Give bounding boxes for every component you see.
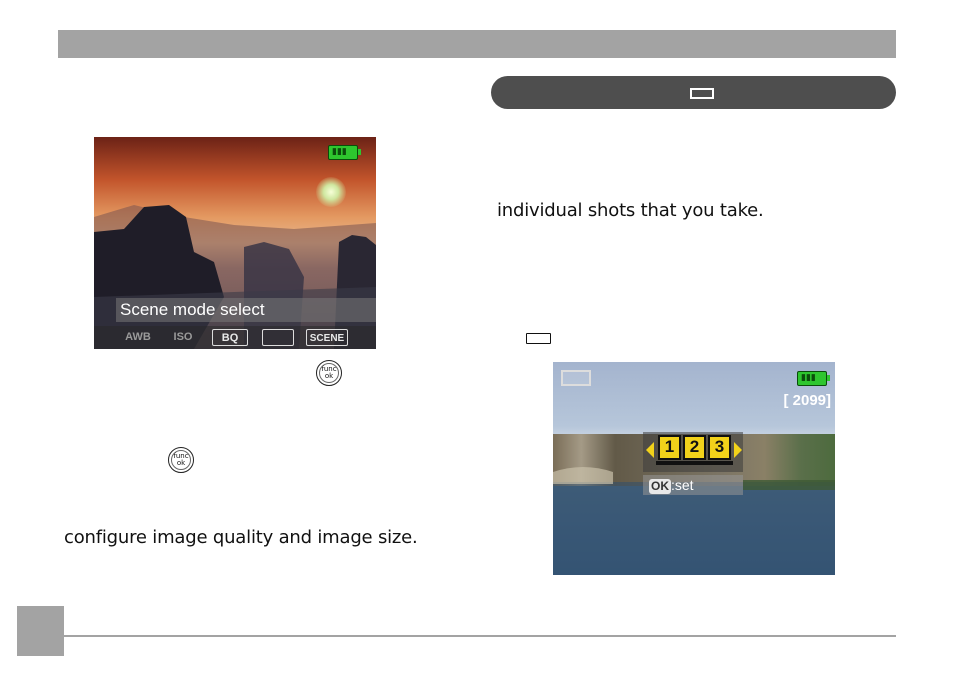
func-ok-button-icon: func ok (316, 360, 342, 386)
paragraph-text: configure image quality and image size. (64, 527, 418, 548)
panorama-selector: 1 2 3 (643, 432, 743, 472)
iso-item[interactable]: ISO (168, 329, 198, 346)
func-ok-button-icon: func ok (168, 447, 194, 473)
option-base (681, 461, 708, 465)
awb-item[interactable]: AWB (122, 329, 154, 346)
ok-set-hint: OK:set (643, 475, 743, 495)
ok-key: OK (649, 479, 671, 494)
panorama-option-1[interactable]: 1 (658, 435, 681, 460)
paragraph-text: individual shots that you take. (497, 200, 764, 221)
ok-set-text: :set (671, 477, 694, 493)
page-number-box (17, 606, 64, 656)
battery-icon: ▮▮▮ (328, 145, 361, 160)
option-base (656, 461, 683, 465)
shots-remaining: [ 2099] (783, 392, 831, 409)
header-bar (58, 30, 896, 58)
quality-item[interactable]: BQ (212, 329, 248, 346)
camera-screen-panorama: ▮▮▮ [ 2099] 1 2 3 OK:set (553, 362, 835, 575)
panorama-mode-icon (561, 370, 591, 386)
panorama-option-3[interactable]: 3 (708, 435, 731, 460)
arrow-left-icon[interactable] (646, 442, 654, 458)
image-size-icon[interactable] (262, 329, 294, 346)
sun (316, 177, 346, 207)
scene-item[interactable]: SCENE (306, 329, 348, 346)
footer-line (64, 635, 896, 637)
camera-toolbar: AWB ISO BQ SCENE (94, 326, 376, 349)
panorama-option-2[interactable]: 2 (683, 435, 706, 460)
panorama-icon (526, 333, 551, 344)
panorama-icon (690, 88, 714, 99)
camera-screen-scene: ▮▮▮ Scene mode select AWB ISO BQ SCENE (94, 137, 376, 349)
scene-mode-label: Scene mode select (116, 298, 376, 322)
battery-icon: ▮▮▮ (797, 371, 830, 386)
arrow-right-icon[interactable] (734, 442, 742, 458)
option-base (706, 461, 733, 465)
section-header-pill (491, 76, 896, 109)
